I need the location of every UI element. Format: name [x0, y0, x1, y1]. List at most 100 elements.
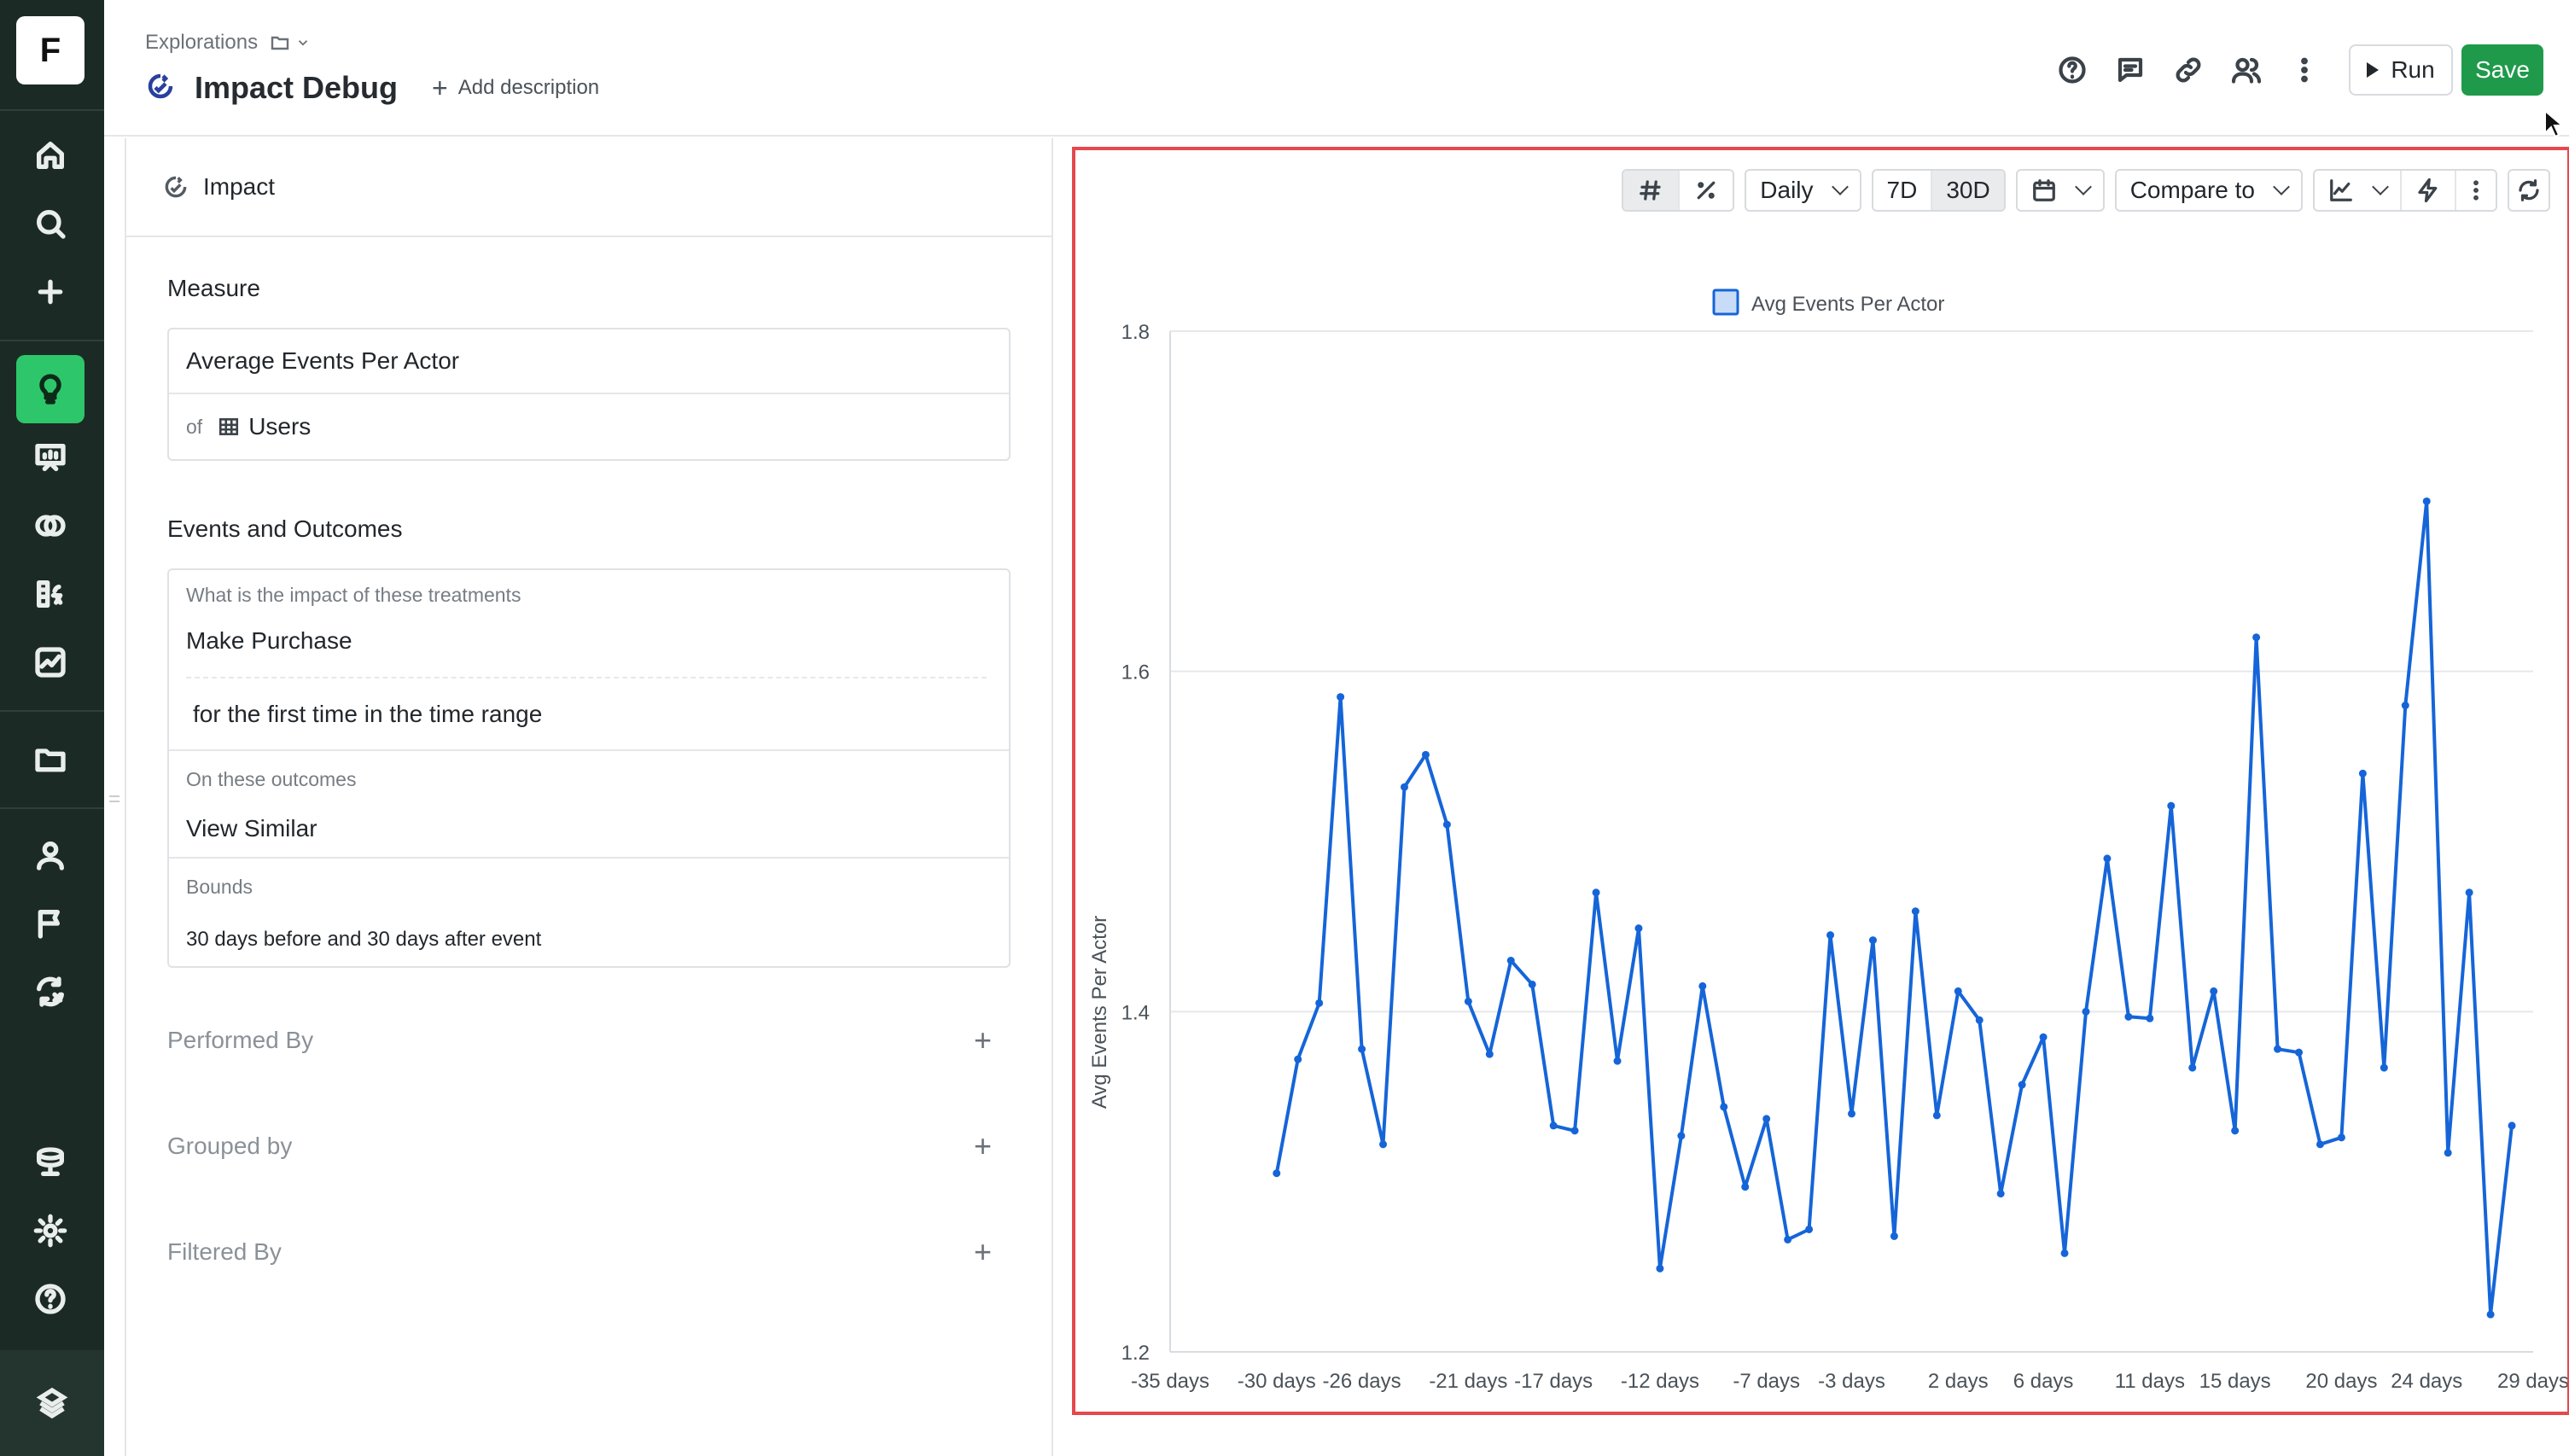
- performed-by-section[interactable]: Performed By +: [167, 1022, 1011, 1058]
- nav-create[interactable]: [16, 258, 84, 326]
- nav-settings[interactable]: [16, 1197, 84, 1265]
- bounds-section[interactable]: Bounds 30 days before and 30 days after …: [169, 859, 1009, 966]
- plus-icon[interactable]: +: [974, 1128, 992, 1164]
- plus-icon[interactable]: +: [974, 1234, 992, 1270]
- nav-divider: [0, 109, 104, 111]
- data-point: [1741, 1183, 1750, 1191]
- number-format-button[interactable]: [1623, 171, 1679, 210]
- data-point: [1421, 750, 1430, 759]
- granularity-select[interactable]: Daily: [1745, 169, 1861, 212]
- insights-button[interactable]: [2400, 171, 2455, 210]
- nav-search[interactable]: [16, 189, 84, 258]
- treatment-qualifier[interactable]: for the first time in the time range: [186, 678, 1009, 728]
- brand-icon: [36, 1387, 68, 1419]
- data-point: [2188, 1063, 2197, 1072]
- lightning-icon: [2418, 178, 2438, 203]
- nav-files[interactable]: [16, 725, 84, 794]
- nav-help[interactable]: [16, 1265, 84, 1333]
- chevron-down-icon: [2273, 178, 2290, 195]
- outcome-event[interactable]: View Similar: [186, 791, 1009, 842]
- data-point: [2508, 1121, 2516, 1130]
- data-point: [2295, 1048, 2304, 1057]
- legend-swatch: [1712, 288, 1739, 316]
- data-point: [2337, 1133, 2345, 1142]
- nav-home[interactable]: [16, 121, 84, 189]
- lightbulb-icon: [39, 374, 61, 405]
- x-tick-label: 11 days: [2115, 1370, 2185, 1393]
- nav-flags[interactable]: [16, 889, 84, 958]
- range-30d-button[interactable]: 30D: [1931, 171, 2004, 210]
- nav-presentations[interactable]: [16, 423, 84, 492]
- breadcrumb[interactable]: Explorations: [145, 31, 311, 55]
- more-options-button[interactable]: [2275, 44, 2333, 96]
- nav-metrics[interactable]: [16, 560, 84, 628]
- data-point: [2401, 702, 2409, 710]
- percent-icon: [1697, 181, 1716, 200]
- data-point: [1634, 924, 1643, 933]
- events-label: Events and Outcomes: [167, 515, 403, 542]
- chart-more-button[interactable]: [2455, 171, 2496, 210]
- link-icon: [2176, 57, 2201, 83]
- data-point: [1784, 1235, 1792, 1243]
- treatments-label: What is the impact of these treatments: [186, 584, 521, 606]
- add-description-button[interactable]: + Add description: [432, 73, 599, 104]
- plus-icon[interactable]: +: [974, 1022, 992, 1058]
- nav-dashboards[interactable]: [16, 628, 84, 696]
- data-point: [1549, 1121, 1558, 1130]
- nav-data-sources[interactable]: [16, 1128, 84, 1197]
- breadcrumb-explorations[interactable]: Explorations: [145, 31, 258, 55]
- run-button[interactable]: Run: [2349, 44, 2453, 96]
- data-point: [1528, 980, 1536, 988]
- range-7d-button[interactable]: 7D: [1873, 171, 1931, 210]
- more-vertical-icon: [2473, 180, 2479, 201]
- home-icon: [37, 142, 65, 169]
- copy-link-button[interactable]: [2159, 44, 2217, 96]
- data-point: [1613, 1057, 1622, 1065]
- title-row: Impact Debug + Add description: [145, 70, 599, 106]
- data-point: [1315, 999, 1324, 1007]
- comment-icon: [2118, 57, 2143, 83]
- panel-header: Impact: [126, 138, 1051, 237]
- compare-select[interactable]: Compare to: [2114, 169, 2303, 212]
- measure-selector[interactable]: Average Events Per Actor: [169, 329, 1009, 394]
- panel-resize-handle[interactable]: [109, 795, 119, 802]
- plus-icon: +: [432, 72, 448, 103]
- data-point: [1358, 1045, 1366, 1053]
- data-point: [2422, 497, 2431, 505]
- chevron-down-icon: [2074, 178, 2092, 195]
- gear-icon: [33, 1214, 67, 1248]
- data-point: [1379, 1140, 1388, 1149]
- date-picker[interactable]: [2015, 169, 2105, 212]
- events-box: What is the impact of these treatments M…: [167, 568, 1011, 968]
- chevron-down-icon[interactable]: [295, 35, 311, 50]
- folder-icon[interactable]: [270, 32, 290, 53]
- data-point: [2060, 1249, 2069, 1257]
- chart-type-select[interactable]: [2315, 171, 2400, 210]
- comments-button[interactable]: [2101, 44, 2159, 96]
- filtered-by-section[interactable]: Filtered By +: [167, 1234, 1011, 1270]
- nav-explorations[interactable]: [16, 355, 84, 423]
- data-point: [2018, 1080, 2026, 1089]
- x-tick-label: -17 days: [1514, 1370, 1593, 1393]
- data-point: [1506, 957, 1515, 965]
- nav-users[interactable]: [16, 821, 84, 889]
- share-button[interactable]: [2217, 44, 2275, 96]
- page-title[interactable]: Impact Debug: [195, 70, 398, 106]
- refresh-button[interactable]: [2509, 171, 2549, 210]
- data-point: [1720, 1103, 1728, 1111]
- metrics-fx-icon: [37, 580, 63, 608]
- save-button[interactable]: Save: [2461, 44, 2543, 96]
- entity-selector[interactable]: of Users: [169, 394, 1009, 459]
- treatment-event[interactable]: Make Purchase: [186, 607, 987, 678]
- grouped-by-section[interactable]: Grouped by +: [167, 1128, 1011, 1164]
- nav-cohorts[interactable]: [16, 492, 84, 560]
- data-point: [2146, 1014, 2154, 1022]
- refresh-icon: [2519, 179, 2539, 201]
- percent-format-button[interactable]: [1678, 171, 1733, 210]
- nav-experiments[interactable]: [16, 958, 84, 1026]
- app-logo[interactable]: F: [16, 16, 84, 84]
- data-point: [1932, 1111, 1941, 1120]
- help-button[interactable]: [2043, 44, 2101, 96]
- nav-brand[interactable]: [0, 1350, 104, 1456]
- x-tick-label: -21 days: [1429, 1370, 1507, 1393]
